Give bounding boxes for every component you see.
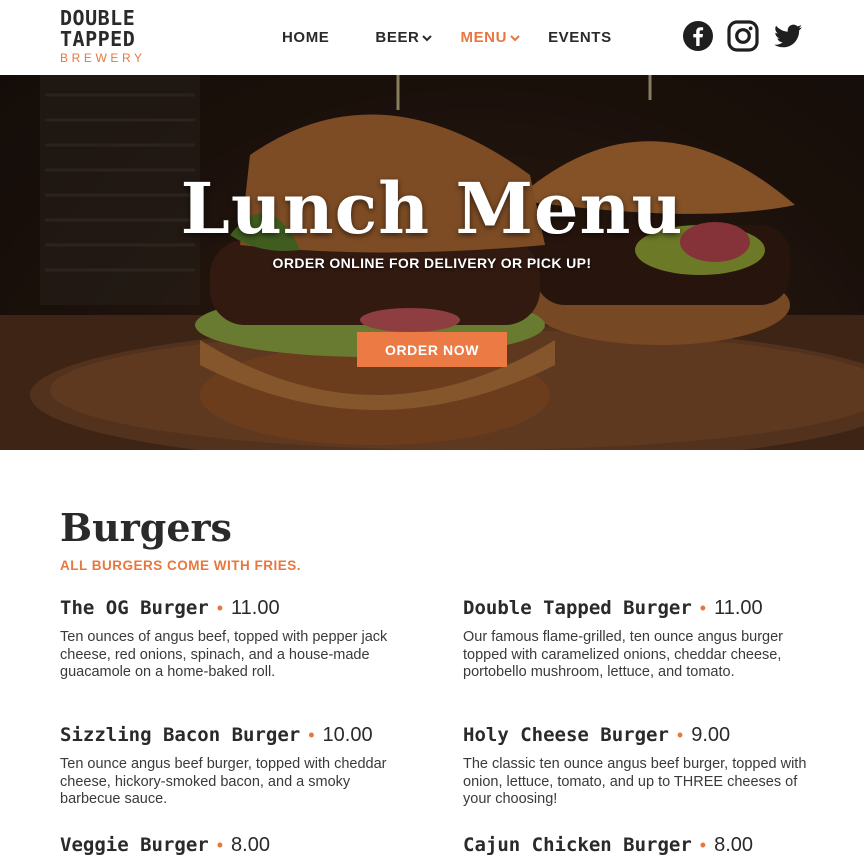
item-price: 11.00	[714, 597, 763, 619]
item-description: The classic ten ounce angus beef burger,…	[463, 756, 807, 807]
hero-title: Lunch Menu	[180, 167, 684, 250]
bullet-dot: •	[216, 598, 224, 618]
nav-events-label: EVENTS	[548, 29, 612, 46]
item-price: 10.00	[322, 724, 373, 746]
item-name: Holy Cheese Burger	[463, 724, 669, 746]
item-price: 9.00	[691, 724, 731, 746]
order-now-button[interactable]: ORDER NOW	[357, 332, 507, 367]
menu-item: Sizzling Bacon Burger • 10.00 Ten ounce …	[60, 724, 405, 809]
item-price: 8.00	[231, 834, 270, 856]
nav-beer[interactable]: BEER	[375, 29, 433, 46]
bullet-dot: •	[676, 725, 684, 745]
item-price: 11.00	[231, 597, 280, 619]
hero-subtitle: ORDER ONLINE FOR DELIVERY OR PICK UP!	[272, 255, 592, 271]
item-name: Cajun Chicken Burger	[463, 834, 692, 856]
menu-item: Double Tapped Burger • 11.00 Our famous …	[463, 597, 808, 682]
nav-home[interactable]: HOME	[282, 29, 329, 46]
social-links	[682, 20, 804, 52]
chevron-down-icon	[422, 34, 433, 41]
item-price: 8.00	[714, 834, 754, 856]
menu-item: Cajun Chicken Burger • 8.00	[463, 834, 808, 857]
logo-line-1: DOUBLE	[60, 6, 136, 30]
nav-menu-label: MENU	[460, 29, 508, 46]
item-description: Our famous flame-grilled, ten ounce angu…	[463, 629, 783, 680]
hero-banner: Lunch Menu ORDER ONLINE FOR DELIVERY OR …	[0, 75, 864, 450]
nav-home-label: HOME	[282, 29, 330, 46]
logo-line-2: TAPPED	[60, 27, 136, 51]
item-name: The OG Burger	[60, 597, 209, 619]
nav-events[interactable]: EVENTS	[548, 29, 612, 46]
bullet-dot: •	[216, 835, 224, 855]
bullet-dot: •	[699, 598, 707, 618]
item-description: Ten ounce angus beef burger, topped with…	[60, 756, 387, 807]
nav-beer-label: BEER	[375, 29, 420, 46]
section-title: Burgers	[60, 505, 232, 550]
site-header: DOUBLE TAPPED BREWERY HOME BEER MENU EVE…	[0, 0, 864, 75]
chevron-down-icon	[510, 34, 520, 41]
menu-item: The OG Burger • 11.00 Ten ounces of angu…	[60, 597, 405, 682]
bullet-dot: •	[699, 835, 707, 855]
twitter-icon[interactable]	[772, 20, 804, 52]
item-name: Veggie Burger	[60, 834, 209, 856]
item-name: Sizzling Bacon Burger	[60, 724, 301, 746]
item-name: Double Tapped Burger	[463, 597, 692, 619]
instagram-icon[interactable]	[727, 20, 759, 52]
bullet-dot: •	[308, 725, 315, 745]
item-description: Ten ounces of angus beef, topped with pe…	[60, 629, 388, 680]
menu-item: Holy Cheese Burger • 9.00 The classic te…	[463, 724, 808, 809]
section-note: ALL BURGERS COME WITH FRIES.	[60, 558, 302, 573]
main-nav: HOME BEER MENU EVENTS	[282, 29, 612, 46]
facebook-icon[interactable]	[682, 20, 714, 52]
logo-line-3: BREWERY	[60, 51, 146, 65]
brand-logo[interactable]: DOUBLE TAPPED BREWERY	[60, 6, 155, 66]
nav-menu[interactable]: MENU	[460, 29, 520, 46]
menu-item: Veggie Burger • 8.00	[60, 834, 405, 857]
